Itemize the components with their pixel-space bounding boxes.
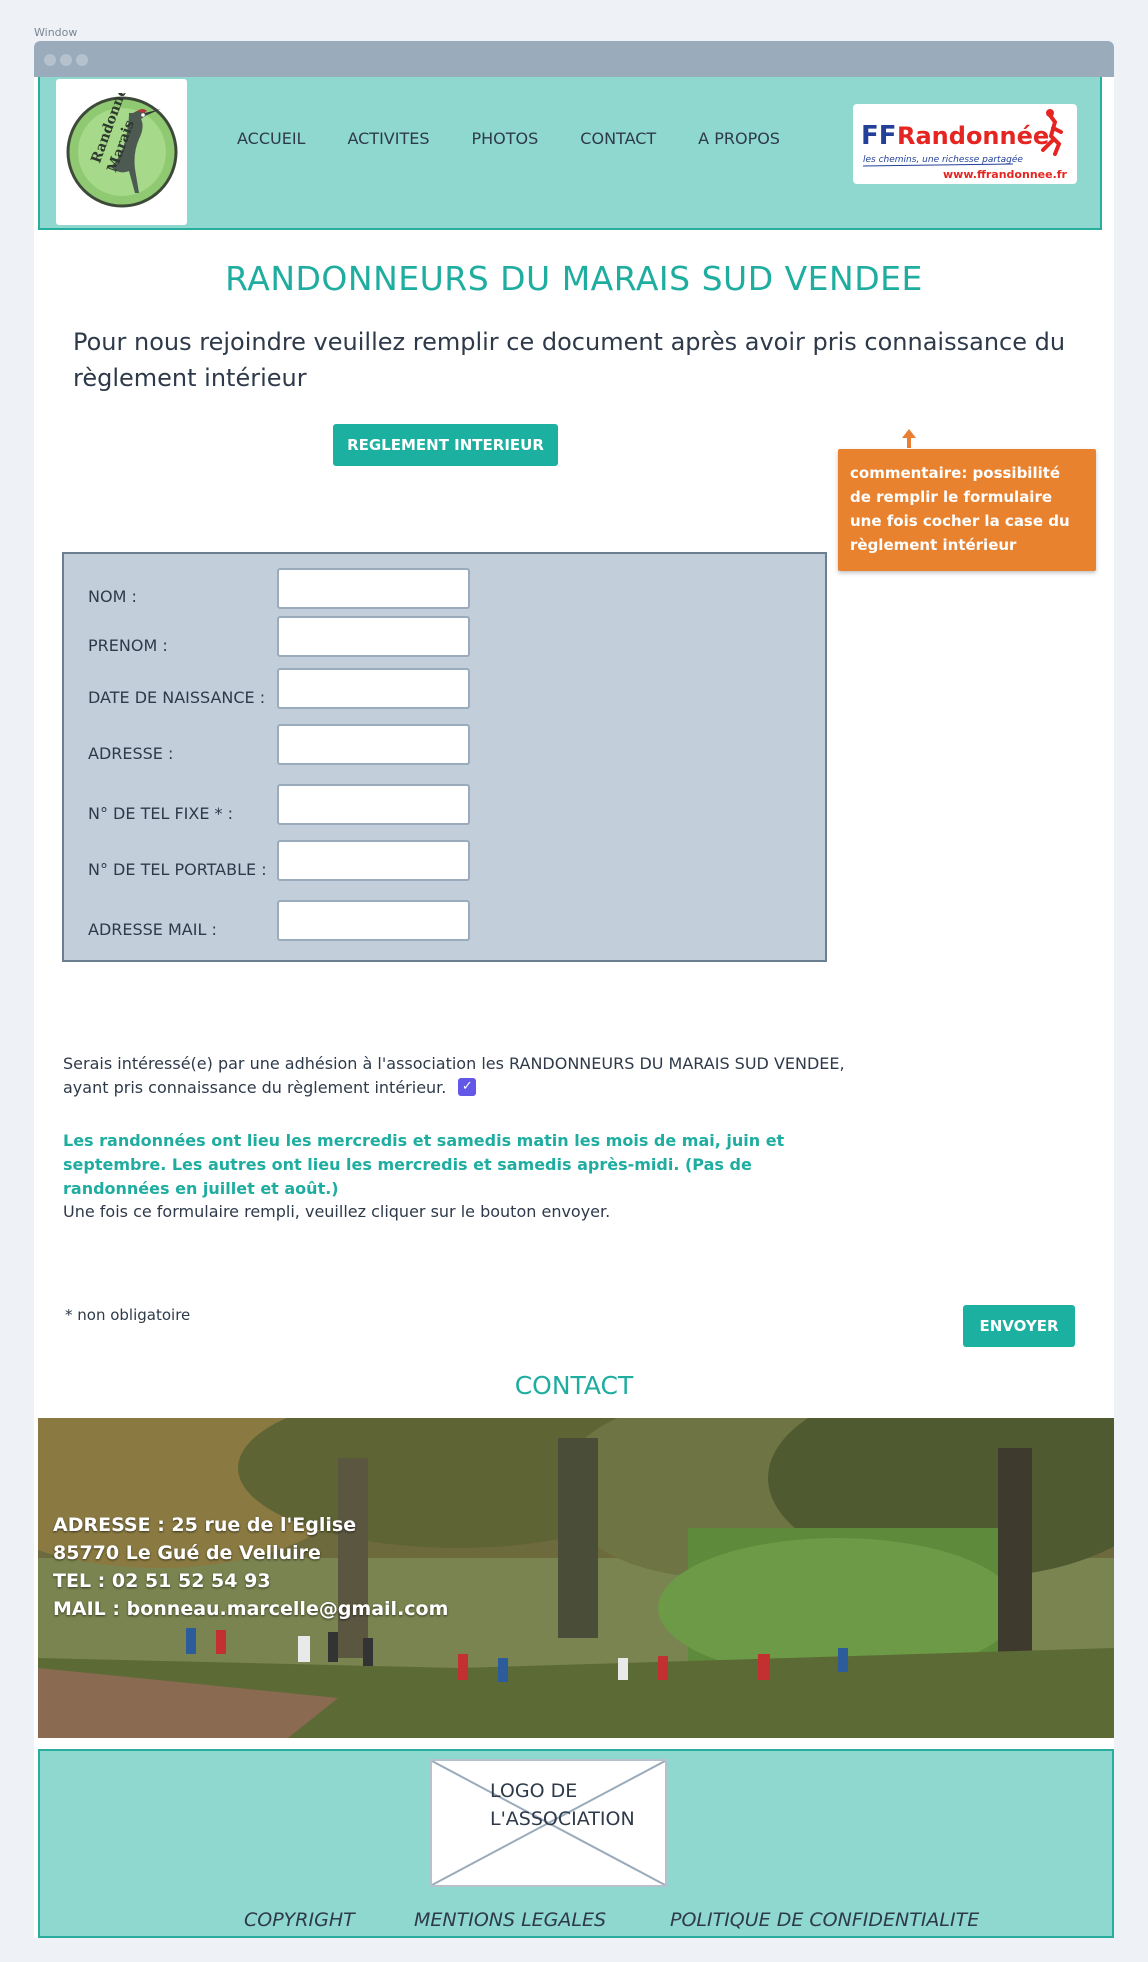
envoyer-button[interactable]: ENVOYER — [963, 1305, 1075, 1347]
contact-mail[interactable]: MAIL : bonneau.marcelle@gmail.com — [53, 1595, 448, 1623]
consent-block: Serais intéressé(e) par une adhésion à l… — [63, 1052, 863, 1100]
footer-link-politique-confidentialite[interactable]: POLITIQUE DE CONFIDENTIALITE — [670, 1909, 979, 1931]
schedule-info: Les randonnées ont lieu les mercredis et… — [63, 1131, 785, 1198]
window-titlebar — [34, 41, 1114, 77]
membership-form: NOM : PRENOM : DATE DE NAISSANCE : ADRES… — [62, 552, 827, 962]
nom-label: NOM : — [88, 587, 137, 606]
svg-text:FF: FF — [861, 121, 897, 151]
nav-item-photos[interactable]: PHOTOS — [472, 129, 539, 148]
tel-portable-label: N° DE TEL PORTABLE : — [88, 860, 267, 879]
adresse-input[interactable] — [277, 724, 470, 765]
adresse-label: ADRESSE : — [88, 744, 174, 763]
ffrandonnee-logo[interactable]: FF Randonnée les chemins, une richesse p… — [853, 104, 1077, 184]
nom-input[interactable] — [277, 568, 470, 609]
contact-tel: TEL : 02 51 52 54 93 — [53, 1570, 271, 1592]
date-naissance-input[interactable] — [277, 668, 470, 709]
svg-text:Randonnée: Randonnée — [897, 122, 1049, 150]
association-logo[interactable]: Randonneurs Marais — [56, 79, 187, 225]
nav-item-accueil[interactable]: ACCUEIL — [237, 129, 305, 148]
optional-note: * non obligatoire — [65, 1306, 191, 1324]
consent-text: Serais intéressé(e) par une adhésion à l… — [63, 1054, 845, 1097]
comment-note: commentaire: possibilité de remplir le f… — [838, 449, 1096, 571]
window-dot-icon[interactable] — [76, 54, 88, 66]
contact-address-line1: ADRESSE : 25 rue de l'Eglise — [53, 1514, 357, 1536]
main-nav: ACCUEIL ACTIVITES PHOTOS CONTACT A PROPO… — [237, 129, 780, 148]
site-footer: LOGO DE L'ASSOCIATION COPYRIGHT MENTIONS… — [38, 1749, 1114, 1938]
tel-fixe-label: N° DE TEL FIXE * : — [88, 804, 234, 823]
browser-window: Randonneurs Marais ACCUEIL ACTIVITES PHO… — [34, 41, 1114, 1938]
svg-text:les chemins, une richesse part: les chemins, une richesse partagée — [863, 154, 1023, 165]
logo-placeholder-text: LOGO DE L'ASSOCIATION — [490, 1777, 635, 1833]
nav-item-a-propos[interactable]: A PROPOS — [698, 129, 780, 148]
prenom-input[interactable] — [277, 616, 470, 657]
intro-text: Pour nous rejoindre veuillez remplir ce … — [73, 328, 1066, 392]
window-label: Window — [34, 26, 78, 39]
logo-placeholder-line1: LOGO DE — [490, 1780, 578, 1802]
adresse-mail-label: ADRESSE MAIL : — [88, 920, 217, 939]
nav-item-activites[interactable]: ACTIVITES — [347, 129, 429, 148]
association-logo-placeholder: LOGO DE L'ASSOCIATION — [430, 1759, 667, 1887]
date-naissance-label: DATE DE NAISSANCE : — [88, 688, 266, 707]
footer-link-copyright[interactable]: COPYRIGHT — [244, 1909, 355, 1931]
nav-item-contact[interactable]: CONTACT — [580, 129, 656, 148]
contact-address-line2: 85770 Le Gué de Velluire — [53, 1542, 321, 1564]
tel-fixe-input[interactable] — [277, 784, 470, 825]
adresse-mail-input[interactable] — [277, 900, 470, 941]
hikers-photo: ADRESSE : 25 rue de l'Eglise 85770 Le Gu… — [38, 1418, 1114, 1738]
contact-details: ADRESSE : 25 rue de l'Eglise 85770 Le Gu… — [53, 1511, 448, 1623]
ffrandonnee-logo-icon: FF Randonnée les chemins, une richesse p… — [861, 109, 1068, 181]
consent-checkbox[interactable]: ✓ — [458, 1077, 477, 1096]
page-title: RANDONNEURS DU MARAIS SUD VENDEE — [225, 259, 923, 298]
svg-text:www.ffrandonnee.fr: www.ffrandonnee.fr — [943, 168, 1068, 181]
tel-portable-input[interactable] — [277, 840, 470, 881]
contact-title: CONTACT — [514, 1371, 634, 1400]
window-dot-icon[interactable] — [60, 54, 72, 66]
prenom-label: PRENOM : — [88, 636, 168, 655]
reglement-interieur-button[interactable]: REGLEMENT INTERIEUR — [333, 424, 558, 466]
window-dot-icon[interactable] — [44, 54, 56, 66]
heron-logo-icon: Randonneurs Marais — [66, 93, 177, 208]
site-header: Randonneurs Marais ACCUEIL ACTIVITES PHO… — [38, 77, 1102, 230]
logo-placeholder-line2: L'ASSOCIATION — [490, 1808, 635, 1830]
arrow-stem — [907, 436, 911, 448]
submit-instruction: Une fois ce formulaire rempli, veuillez … — [63, 1202, 611, 1221]
footer-link-mentions-legales[interactable]: MENTIONS LEGALES — [414, 1909, 606, 1931]
